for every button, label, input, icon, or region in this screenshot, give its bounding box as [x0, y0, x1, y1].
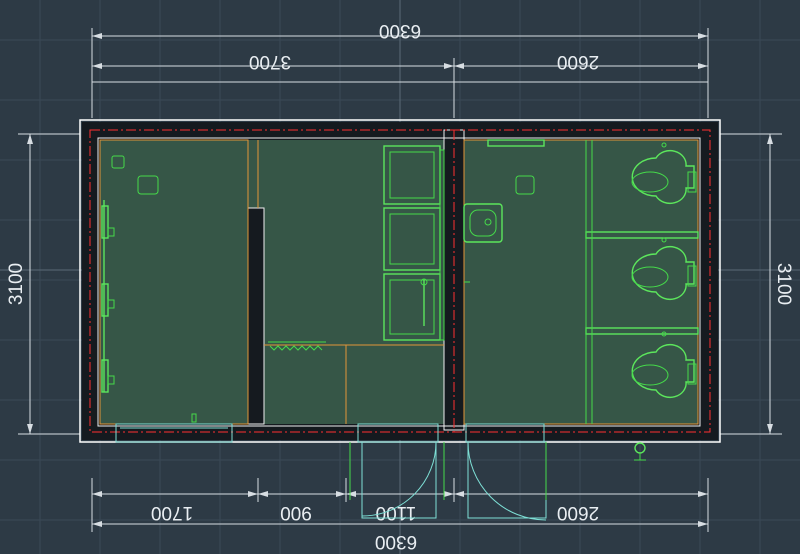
dim-left-height: 3100 [6, 263, 27, 305]
dim-top-left: 3700 [249, 51, 291, 72]
dim-bottom-4: 2600 [557, 502, 599, 523]
dim-right-height: 3100 [773, 263, 794, 305]
dim-top-right: 2600 [557, 51, 599, 72]
building-outline [79, 119, 721, 443]
dim-bottom-3: 1100 [376, 502, 417, 523]
dim-bottom-2: 900 [280, 502, 312, 523]
dim-bottom-1: 1700 [151, 502, 193, 523]
dim-top-overall: 6300 [379, 20, 421, 41]
cad-floor-plan: 6300 3700 2600 3100 3100 1700 900 1100 2… [0, 0, 800, 554]
dim-bottom-overall: 6300 [375, 531, 417, 552]
